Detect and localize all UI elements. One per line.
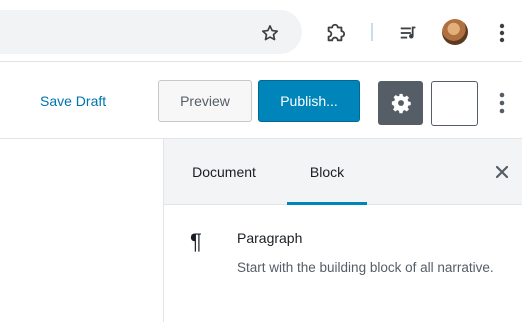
block-description: Start with the building block of all nar…: [237, 260, 494, 275]
block-title: Paragraph: [237, 230, 303, 246]
sidebar-tabs: Document Block: [164, 139, 522, 205]
publish-button[interactable]: Publish...: [258, 80, 360, 122]
more-tools-button[interactable]: [492, 89, 512, 117]
paragraph-icon: ¶: [190, 229, 202, 254]
block-card: ¶ Paragraph Start with the building bloc…: [164, 205, 522, 322]
extension-icon: [327, 23, 346, 42]
media-queue-icon: [400, 26, 416, 39]
gear-icon: [391, 93, 411, 114]
extensions-button[interactable]: [322, 20, 348, 46]
settings-sidebar: Document Block ¶ Paragraph Start with th…: [163, 139, 522, 322]
editor-header: Save Draft Preview Publish...: [0, 62, 522, 139]
bookmark-star-button[interactable]: [257, 20, 283, 46]
toolbar-divider: [371, 23, 373, 41]
tab-block-label: Block: [309, 164, 345, 180]
close-icon: [495, 165, 509, 179]
close-sidebar-button[interactable]: [490, 160, 514, 184]
browser-toolbar: [0, 0, 522, 62]
media-controls-button[interactable]: [396, 20, 422, 46]
kebab-menu-icon: [499, 23, 505, 43]
save-draft-button[interactable]: Save Draft: [40, 89, 106, 113]
toggle-button[interactable]: [431, 81, 478, 126]
settings-button[interactable]: [378, 81, 423, 125]
preview-button[interactable]: Preview: [158, 80, 252, 122]
profile-avatar[interactable]: [442, 19, 468, 45]
browser-menu-button[interactable]: [492, 20, 512, 46]
tab-block[interactable]: Block: [287, 139, 367, 205]
tab-document[interactable]: Document: [178, 139, 270, 205]
kebab-menu-icon: [499, 92, 505, 114]
star-icon: [261, 25, 279, 41]
